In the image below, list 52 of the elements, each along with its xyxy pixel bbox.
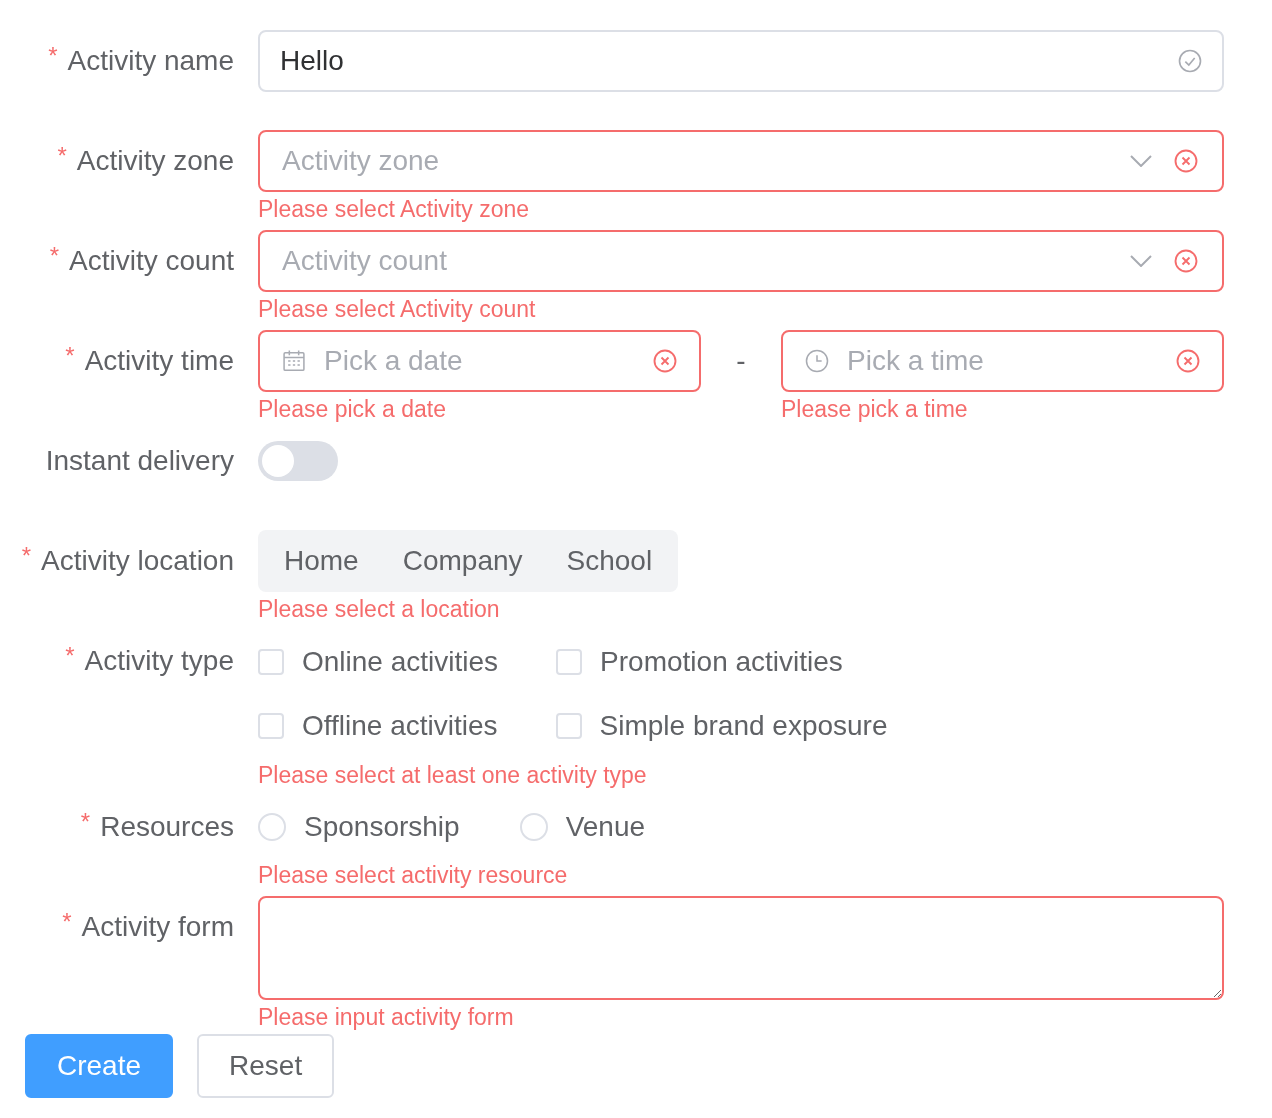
error-message: Please select Activity count [258, 296, 536, 322]
required-asterisk: * [65, 641, 75, 671]
error-message: Please pick a time [781, 396, 968, 422]
field-label: Activity count [69, 244, 234, 278]
radio-option[interactable]: Venue [519, 806, 646, 848]
field-label: Activity zone [76, 144, 234, 178]
chevron-down-icon [1130, 255, 1152, 267]
reset-button[interactable]: Reset [197, 1034, 335, 1098]
field-label: Activity form [81, 910, 234, 944]
field-label: Activity type [84, 644, 234, 678]
checkbox-option[interactable]: Promotion activities [556, 630, 843, 694]
field-label: Activity location [41, 544, 234, 578]
segment-option[interactable]: Home [262, 534, 381, 588]
error-message: Please select a location [258, 596, 500, 622]
required-asterisk: * [57, 141, 67, 171]
required-asterisk: * [62, 907, 72, 937]
field-label: Activity time [84, 344, 234, 378]
error-icon [1172, 247, 1200, 275]
radio-button[interactable] [258, 813, 286, 841]
checkbox[interactable] [555, 713, 582, 739]
required-asterisk: * [48, 41, 58, 71]
checkbox-option[interactable]: Online activities [258, 630, 499, 694]
segment-option[interactable]: Company [380, 534, 545, 588]
checkbox-option[interactable]: Simple brand exposure [555, 694, 888, 758]
error-icon [1174, 347, 1202, 375]
radio-button[interactable] [519, 813, 548, 841]
error-icon [1172, 147, 1200, 175]
checkbox[interactable] [258, 649, 284, 675]
chevron-down-icon [1130, 155, 1152, 167]
required-asterisk: * [80, 807, 91, 837]
checkbox-option[interactable]: Offline activities [258, 694, 498, 758]
required-asterisk: * [21, 541, 32, 571]
field-label: Activity name [67, 44, 234, 78]
error-icon [651, 347, 679, 375]
field-label: Instant delivery [45, 444, 234, 478]
range-separator: - [736, 344, 746, 378]
error-message: Please pick a date [258, 396, 446, 422]
radio-option[interactable]: Sponsorship [258, 806, 460, 848]
text-input[interactable]: Hello [258, 30, 1224, 92]
segment-option[interactable]: School [544, 534, 675, 588]
checkbox[interactable] [258, 713, 284, 739]
error-message: Please select at least one activity type [258, 762, 647, 788]
required-asterisk: * [65, 341, 75, 371]
error-message: Please input activity form [258, 1004, 514, 1030]
checkbox[interactable] [556, 649, 583, 675]
clock-icon [803, 347, 831, 375]
error-message: Please select activity resource [258, 862, 568, 888]
error-message: Please select Activity zone [258, 196, 530, 222]
toggle-switch[interactable] [258, 441, 338, 481]
required-asterisk: * [49, 241, 60, 271]
field-label: Resources [100, 810, 234, 844]
text-area[interactable] [258, 896, 1224, 1000]
